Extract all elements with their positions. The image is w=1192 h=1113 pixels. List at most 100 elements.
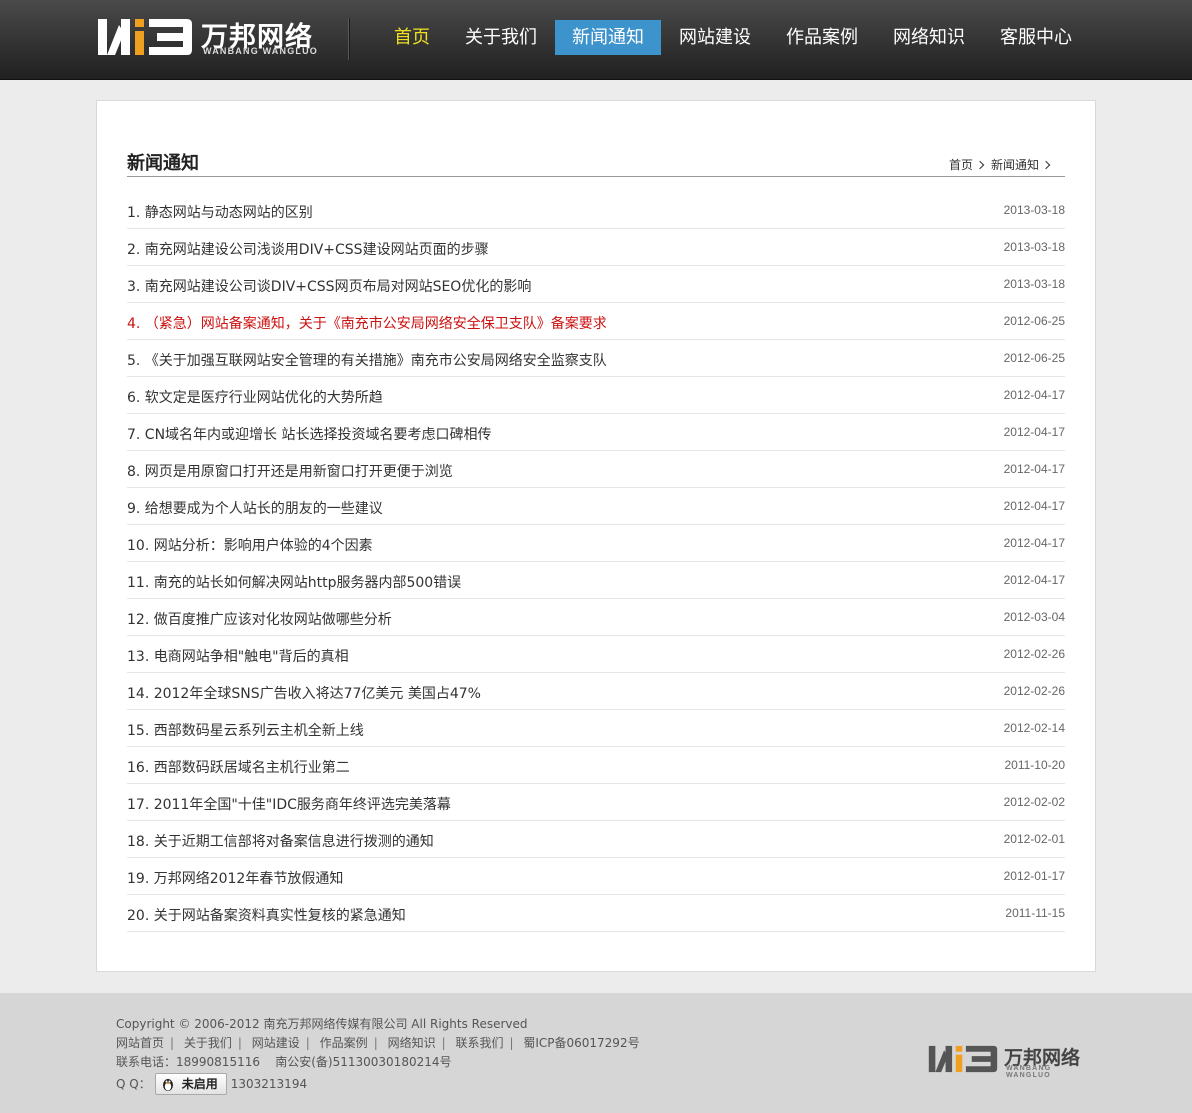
nav-portfolio[interactable]: 作品案例 [769, 20, 875, 55]
chevron-right-icon [1041, 160, 1051, 169]
news-title[interactable]: 20. 关于网站备案资料真实性复核的紧急通知 [127, 905, 406, 925]
footer-link-home[interactable]: 网站首页 [116, 1036, 164, 1050]
copyright: Copyright © 2006-2012 南充万邦网络传媒有限公司 All R… [116, 1017, 528, 1031]
news-title[interactable]: 6. 软文定是医疗行业网站优化的大势所趋 [127, 387, 383, 407]
list-item: 3. 南充网站建设公司谈DIV+CSS网页布局对网站SEO优化的影响 2013-0… [127, 266, 1065, 303]
news-date: 2012-06-25 [1003, 351, 1065, 365]
news-title[interactable]: 19. 万邦网络2012年春节放假通知 [127, 868, 343, 888]
nav-website-building[interactable]: 网站建设 [662, 20, 768, 55]
list-item: 14. 2012年全球SNS广告收入将达77亿美元 美国占47% 2012-02-… [127, 673, 1065, 710]
news-date: 2013-03-18 [1003, 240, 1065, 254]
news-title[interactable]: 1. 静态网站与动态网站的区别 [127, 202, 313, 222]
news-title[interactable]: 13. 电商网站争相"触电"背后的真相 [127, 646, 349, 666]
qq-button-label: 未启用 [181, 1076, 218, 1091]
news-title[interactable]: 11. 南充的站长如何解决网站http服务器内部500错误 [127, 572, 461, 592]
list-item: 17. 2011年全国"十佳"IDC服务商年终评选完美落幕 2012-02-02 [127, 784, 1065, 821]
footer-logo-text-en: WANBANG WANGLUO [1006, 1065, 1052, 1079]
news-title[interactable]: 9. 给想要成为个人站长的朋友的一些建议 [127, 498, 383, 518]
news-title[interactable]: 8. 网页是用原窗口打开还是用新窗口打开更便于浏览 [127, 461, 453, 481]
news-title[interactable]: 3. 南充网站建设公司谈DIV+CSS网页布局对网站SEO优化的影响 [127, 276, 531, 296]
news-date: 2012-04-17 [1003, 388, 1065, 402]
footer-info: Copyright © 2006-2012 南充万邦网络传媒有限公司 All R… [116, 1015, 640, 1095]
news-date: 2012-04-17 [1003, 573, 1065, 587]
content-panel: 新闻通知 首页 新闻通知 1. 静态网站与动态网站的区别 2013-03-18 2… [96, 100, 1096, 972]
news-title[interactable]: 12. 做百度推广应该对化妆网站做哪些分析 [127, 609, 392, 629]
breadcrumb-news[interactable]: 新闻通知 [991, 156, 1039, 173]
breadcrumb-home[interactable]: 首页 [949, 156, 973, 173]
list-item: 16. 西部数码跃居域名主机行业第二 2011-10-20 [127, 747, 1065, 784]
news-title[interactable]: 17. 2011年全国"十佳"IDC服务商年终评选完美落幕 [127, 794, 451, 814]
news-date: 2012-02-14 [1003, 721, 1065, 735]
footer-link-about[interactable]: 关于我们 [184, 1036, 232, 1050]
qq-status-button[interactable]: 未启用 [154, 1073, 227, 1095]
news-date: 2012-04-17 [1003, 425, 1065, 439]
qq-row: Q Q： 未启用 1303213194 [116, 1073, 640, 1095]
site-logo[interactable]: 万邦网络 WANBANG WANGLUO [97, 15, 337, 61]
news-list: 1. 静态网站与动态网站的区别 2013-03-18 2. 南充网站建设公司浅谈用… [127, 192, 1065, 932]
contact-info: 联系电话：18990815116 南公安(备)51130030180214号 [116, 1055, 452, 1069]
page-title: 新闻通知 [127, 153, 199, 174]
news-date: 2013-03-18 [1003, 203, 1065, 217]
news-title[interactable]: 7. CN域名年内或迎增长 站长选择投资域名要考虑口碑相传 [127, 424, 492, 444]
list-item: 9. 给想要成为个人站长的朋友的一些建议 2012-04-17 [127, 488, 1065, 525]
list-item: 2. 南充网站建设公司浅谈用DIV+CSS建设网站页面的步骤 2013-03-18 [127, 229, 1065, 266]
nav-news[interactable]: 新闻通知 [555, 20, 661, 55]
news-date: 2013-03-18 [1003, 277, 1065, 291]
list-item: 8. 网页是用原窗口打开还是用新窗口打开更便于浏览 2012-04-17 [127, 451, 1065, 488]
news-date: 2012-04-17 [1003, 499, 1065, 513]
news-date: 2011-11-15 [1005, 906, 1065, 920]
list-item: 13. 电商网站争相"触电"背后的真相 2012-02-26 [127, 636, 1065, 673]
footer-link-knowledge[interactable]: 网络知识 [388, 1036, 436, 1050]
footer-link-contact[interactable]: 联系我们 [455, 1036, 503, 1050]
list-item: 5. 《关于加强互联网站安全管理的有关措施》南充市公安局网络安全监察支队 2012… [127, 340, 1065, 377]
news-title[interactable]: 18. 关于近期工信部将对备案信息进行拨测的通知 [127, 831, 434, 851]
news-title[interactable]: 16. 西部数码跃居域名主机行业第二 [127, 757, 350, 777]
qq-label: Q Q： [116, 1076, 151, 1091]
panel-header: 新闻通知 首页 新闻通知 [127, 147, 1065, 177]
footer-icp-link[interactable]: 蜀ICP备06017292号 [523, 1036, 639, 1050]
nav-knowledge[interactable]: 网络知识 [876, 20, 982, 55]
news-title[interactable]: 4. （紧急）网站备案通知，关于《南充市公安局网络安全保卫支队》备案要求 [127, 313, 607, 333]
news-title[interactable]: 10. 网站分析：影响用户体验的4个因素 [127, 535, 373, 555]
news-title[interactable]: 2. 南充网站建设公司浅谈用DIV+CSS建设网站页面的步骤 [127, 239, 489, 259]
footer-links: 网站首页 | 关于我们 | 网站建设 | 作品案例 | 网络知识 | 联系我们 | 蜀ICP… [116, 1036, 640, 1050]
qq-penguin-icon [162, 1079, 173, 1091]
main-nav: 首页 关于我们 新闻通知 网站建设 作品案例 网络知识 客服中心 [377, 20, 1090, 55]
footer-link-portfolio[interactable]: 作品案例 [320, 1036, 368, 1050]
news-date: 2012-04-17 [1003, 462, 1065, 476]
news-title[interactable]: 15. 西部数码星云系列云主机全新上线 [127, 720, 364, 740]
nav-service[interactable]: 客服中心 [983, 20, 1089, 55]
list-item: 6. 软文定是医疗行业网站优化的大势所趋 2012-04-17 [127, 377, 1065, 414]
news-date: 2012-02-01 [1003, 832, 1065, 846]
news-date: 2011-10-20 [1004, 758, 1066, 772]
footer-logo: 万邦网络 WANBANG WANGLUO [928, 1041, 1098, 1079]
list-item: 20. 关于网站备案资料真实性复核的紧急通知 2011-11-15 [127, 895, 1065, 932]
header-divider [348, 18, 349, 60]
list-item: 7. CN域名年内或迎增长 站长选择投资域名要考虑口碑相传 2012-04-17 [127, 414, 1065, 451]
site-header: 万邦网络 WANBANG WANGLUO 首页 关于我们 新闻通知 网站建设 作… [0, 0, 1192, 80]
list-item: 12. 做百度推广应该对化妆网站做哪些分析 2012-03-04 [127, 599, 1065, 636]
news-date: 2012-06-25 [1003, 314, 1065, 328]
breadcrumb: 首页 新闻通知 [949, 156, 1057, 173]
news-date: 2012-02-26 [1003, 647, 1065, 661]
footer-logo-mark-icon [928, 1045, 998, 1073]
list-item: 4. （紧急）网站备案通知，关于《南充市公安局网络安全保卫支队》备案要求 2012… [127, 303, 1065, 340]
logo-text-en: WANBANG WANGLUO [203, 46, 318, 56]
news-title[interactable]: 5. 《关于加强互联网站安全管理的有关措施》南充市公安局网络安全监察支队 [127, 350, 607, 370]
list-item: 19. 万邦网络2012年春节放假通知 2012-01-17 [127, 858, 1065, 895]
news-title[interactable]: 14. 2012年全球SNS广告收入将达77亿美元 美国占47% [127, 683, 481, 703]
list-item: 10. 网站分析：影响用户体验的4个因素 2012-04-17 [127, 525, 1065, 562]
news-date: 2012-04-17 [1003, 536, 1065, 550]
list-item: 11. 南充的站长如何解决网站http服务器内部500错误 2012-04-17 [127, 562, 1065, 599]
qq-number: 1303213194 [230, 1076, 308, 1091]
list-item: 1. 静态网站与动态网站的区别 2013-03-18 [127, 192, 1065, 229]
news-date: 2012-03-04 [1003, 610, 1065, 624]
list-item: 15. 西部数码星云系列云主机全新上线 2012-02-14 [127, 710, 1065, 747]
list-item: 18. 关于近期工信部将对备案信息进行拨测的通知 2012-02-01 [127, 821, 1065, 858]
nav-about[interactable]: 关于我们 [448, 20, 554, 55]
nav-home[interactable]: 首页 [377, 20, 447, 55]
footer-link-website-building[interactable]: 网站建设 [252, 1036, 300, 1050]
news-date: 2012-02-26 [1003, 684, 1065, 698]
news-date: 2012-01-17 [1003, 869, 1065, 883]
site-footer: Copyright © 2006-2012 南充万邦网络传媒有限公司 All R… [0, 993, 1192, 1113]
